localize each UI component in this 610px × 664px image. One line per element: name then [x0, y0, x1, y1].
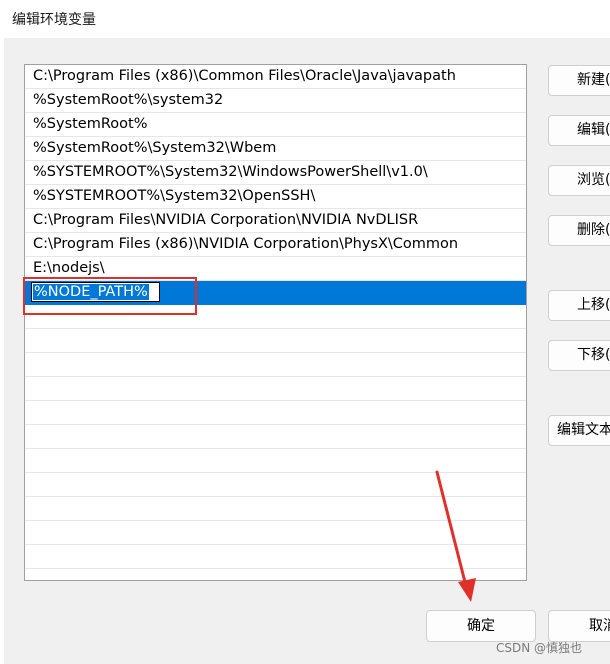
path-list-item[interactable]: C:\Program Files\NVIDIA Corporation\NVID… — [25, 209, 526, 233]
path-list-item[interactable]: C:\Program Files (x86)\Common Files\Orac… — [25, 65, 526, 89]
path-list-item[interactable]: C:\Program Files (x86)\NVIDIA Corporatio… — [25, 233, 526, 257]
ok-button[interactable]: 确定 — [426, 610, 536, 642]
empty-row — [25, 545, 526, 569]
empty-row — [25, 449, 526, 473]
cancel-button[interactable]: 取消 — [548, 610, 610, 642]
browse-button[interactable]: 浏览( — [548, 165, 610, 196]
highlight-annotation-box — [23, 277, 197, 315]
empty-row — [25, 497, 526, 521]
empty-row — [25, 353, 526, 377]
window-title: 编辑环境变量 — [12, 12, 96, 28]
watermark-text: CSDN @慎独也 — [496, 641, 583, 655]
new-button[interactable]: 新建( — [548, 65, 610, 96]
empty-row — [25, 329, 526, 353]
path-list-item[interactable]: %SYSTEMROOT%\System32\OpenSSH\ — [25, 185, 526, 209]
move-up-button[interactable]: 上移( — [548, 290, 610, 321]
empty-row — [25, 521, 526, 545]
path-list-item[interactable]: %SystemRoot%\System32\Wbem — [25, 137, 526, 161]
edit-button[interactable]: 编辑( — [548, 115, 610, 146]
left-edge — [0, 38, 4, 664]
empty-row — [25, 425, 526, 449]
path-list-item[interactable]: %SystemRoot%\system32 — [25, 89, 526, 113]
edit-text-button[interactable]: 编辑文本 — [548, 415, 610, 446]
title-bar: 编辑环境变量 — [0, 0, 610, 38]
empty-row — [25, 377, 526, 401]
delete-button[interactable]: 删除( — [548, 215, 610, 246]
path-list-item[interactable]: %SYSTEMROOT%\System32\WindowsPowerShell\… — [25, 161, 526, 185]
path-list-item[interactable]: %SystemRoot% — [25, 113, 526, 137]
empty-row — [25, 401, 526, 425]
path-list[interactable]: C:\Program Files (x86)\Common Files\Orac… — [24, 64, 527, 581]
empty-row — [25, 473, 526, 497]
move-down-button[interactable]: 下移( — [548, 340, 610, 371]
